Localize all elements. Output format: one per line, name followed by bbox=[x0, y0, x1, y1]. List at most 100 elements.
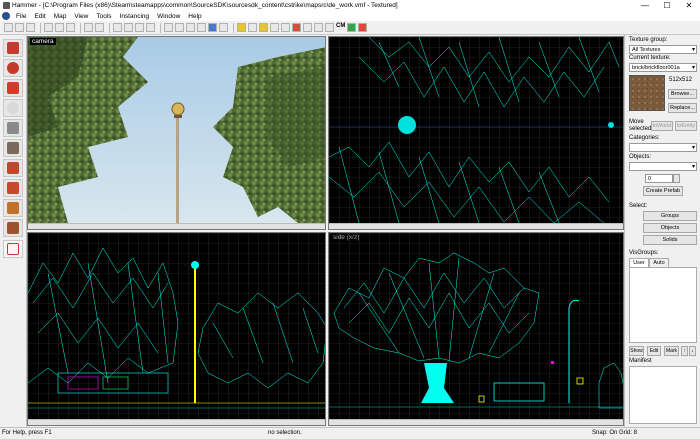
visgroup-edit-button[interactable]: Edit bbox=[647, 346, 661, 356]
toolbar-separator bbox=[160, 22, 161, 33]
texture-application-icon[interactable] bbox=[3, 139, 23, 157]
camera-viewport[interactable]: camera bbox=[27, 36, 326, 230]
viewport-label-camera[interactable]: camera bbox=[30, 38, 56, 45]
replace-button[interactable]: Replace... bbox=[668, 103, 697, 113]
cordon-map-button[interactable]: CM bbox=[336, 23, 345, 32]
grid-smaller-icon[interactable] bbox=[175, 23, 184, 32]
front-2d-viewport[interactable] bbox=[27, 232, 326, 426]
top-view-scrollbar[interactable] bbox=[329, 223, 623, 229]
create-prefab-button[interactable]: Create Prefab bbox=[643, 186, 683, 196]
status-help-text: For Help, press F1 bbox=[2, 430, 52, 436]
autoselect-icon[interactable] bbox=[314, 23, 323, 32]
visgroup-up-button[interactable]: ↑ bbox=[681, 346, 688, 356]
texture-panel: Texture group: All Textures Current text… bbox=[624, 35, 700, 427]
group-icon[interactable] bbox=[113, 23, 122, 32]
vertex-tool-icon[interactable] bbox=[3, 219, 23, 237]
to-world-button[interactable]: toWorld bbox=[651, 121, 673, 131]
paste-icon[interactable] bbox=[66, 23, 75, 32]
check-problems-icon[interactable] bbox=[358, 23, 368, 32]
menu-bar: File Edit Map View Tools Instancing Wind… bbox=[0, 11, 700, 21]
block-tool-icon[interactable] bbox=[3, 119, 23, 137]
menu-file[interactable]: File bbox=[12, 13, 30, 20]
redo-icon[interactable] bbox=[95, 23, 104, 32]
status-snap-text: Snap: On Grid: 8 bbox=[592, 430, 638, 436]
minimize-button[interactable]: — bbox=[634, 0, 656, 11]
objects-spinner[interactable] bbox=[673, 174, 680, 183]
copy-icon[interactable] bbox=[55, 23, 64, 32]
camera-tool-icon[interactable] bbox=[3, 79, 23, 97]
status-selection-text: no selection. bbox=[268, 430, 302, 436]
selection-tool-icon[interactable] bbox=[3, 39, 23, 57]
menu-view[interactable]: View bbox=[70, 13, 92, 20]
categories-select[interactable] bbox=[629, 143, 697, 152]
side-view-scrollbar[interactable] bbox=[329, 419, 623, 425]
side-2d-viewport[interactable]: side (x/z) bbox=[328, 232, 624, 426]
hide-items-icon[interactable] bbox=[135, 23, 144, 32]
visgroup-show-button[interactable]: Show bbox=[629, 346, 644, 356]
visgroup-mark-button[interactable]: Mark bbox=[664, 346, 679, 356]
tool-palette bbox=[0, 35, 27, 427]
morph-tool-icon[interactable] bbox=[3, 240, 23, 258]
maximize-button[interactable]: ☐ bbox=[656, 0, 678, 11]
grid-toggle-icon[interactable] bbox=[164, 23, 173, 32]
texture-group-select[interactable]: All Textures bbox=[629, 45, 697, 54]
show-items-icon[interactable] bbox=[146, 23, 155, 32]
selection-by-handle-icon[interactable] bbox=[303, 23, 312, 32]
make-hollow-icon[interactable] bbox=[248, 23, 257, 32]
objects-select[interactable] bbox=[629, 162, 697, 171]
menu-help[interactable]: Help bbox=[184, 13, 205, 20]
texture-scale-lock-icon[interactable] bbox=[208, 23, 217, 32]
to-entity-button[interactable]: toEntity bbox=[675, 121, 697, 131]
close-button[interactable]: ✕ bbox=[678, 0, 700, 11]
objects-spin-field[interactable]: 0 bbox=[645, 174, 673, 183]
visgroups-tab-user[interactable]: User bbox=[629, 258, 649, 267]
camera-scrollbar[interactable] bbox=[28, 223, 325, 229]
menu-edit[interactable]: Edit bbox=[30, 13, 49, 20]
window-title: Hammer - [C:\Program Files (x86)\Steam\s… bbox=[12, 2, 398, 9]
current-texture-select[interactable]: brick/brickfloor001a bbox=[629, 63, 697, 72]
undo-icon[interactable] bbox=[84, 23, 93, 32]
draw-bounding-box-icon[interactable] bbox=[325, 23, 334, 32]
texture-preview-image bbox=[629, 75, 665, 111]
select-groups-button[interactable]: Groups bbox=[643, 211, 697, 221]
menu-instancing[interactable]: Instancing bbox=[116, 13, 154, 20]
wireframe-icon[interactable] bbox=[219, 23, 228, 32]
visgroups-label: VisGroups: bbox=[629, 250, 659, 256]
top-2d-viewport[interactable] bbox=[328, 36, 624, 230]
viewport-label-side[interactable]: side (x/z) bbox=[331, 234, 361, 241]
grid-larger-icon[interactable] bbox=[186, 23, 195, 32]
new-file-icon[interactable] bbox=[4, 23, 13, 32]
clipping-tool-icon[interactable] bbox=[3, 199, 23, 217]
select-solids-button[interactable]: Solids bbox=[643, 235, 697, 245]
ungroup-icon[interactable] bbox=[124, 23, 133, 32]
tie-to-entity-icon[interactable] bbox=[259, 23, 268, 32]
toggle-models-icon[interactable] bbox=[292, 23, 301, 32]
magnify-tool-icon[interactable] bbox=[3, 59, 23, 77]
run-map-icon[interactable] bbox=[347, 23, 357, 32]
menu-map[interactable]: Map bbox=[50, 13, 71, 20]
apply-decal-icon[interactable] bbox=[3, 159, 23, 177]
visgroups-tab-auto[interactable]: Auto bbox=[649, 258, 669, 267]
objects-label: Objects: bbox=[629, 154, 652, 160]
toggle-helpers-icon[interactable] bbox=[281, 23, 290, 32]
front-view-scrollbar[interactable] bbox=[28, 419, 325, 425]
browse-button[interactable]: Browse... bbox=[668, 89, 697, 99]
hammer-logo-icon bbox=[2, 12, 10, 20]
entity-tool-icon[interactable] bbox=[3, 99, 23, 117]
visgroups-list[interactable] bbox=[629, 267, 697, 343]
main-toolbar: CM bbox=[0, 21, 700, 35]
side-view-render bbox=[329, 233, 623, 419]
manifest-list[interactable] bbox=[629, 366, 697, 424]
select-objects-button[interactable]: Objects bbox=[643, 223, 697, 233]
open-file-icon[interactable] bbox=[15, 23, 24, 32]
texture-lock-icon[interactable] bbox=[197, 23, 206, 32]
move-selected-label: Move selected: bbox=[629, 119, 654, 132]
overlay-icon[interactable] bbox=[3, 179, 23, 197]
cut-icon[interactable] bbox=[44, 23, 53, 32]
menu-tools[interactable]: Tools bbox=[92, 13, 115, 20]
move-to-world-icon[interactable] bbox=[270, 23, 279, 32]
save-file-icon[interactable] bbox=[26, 23, 35, 32]
visgroup-down-button[interactable]: ↓ bbox=[689, 346, 696, 356]
menu-window[interactable]: Window bbox=[153, 13, 184, 20]
carve-icon[interactable] bbox=[237, 23, 246, 32]
